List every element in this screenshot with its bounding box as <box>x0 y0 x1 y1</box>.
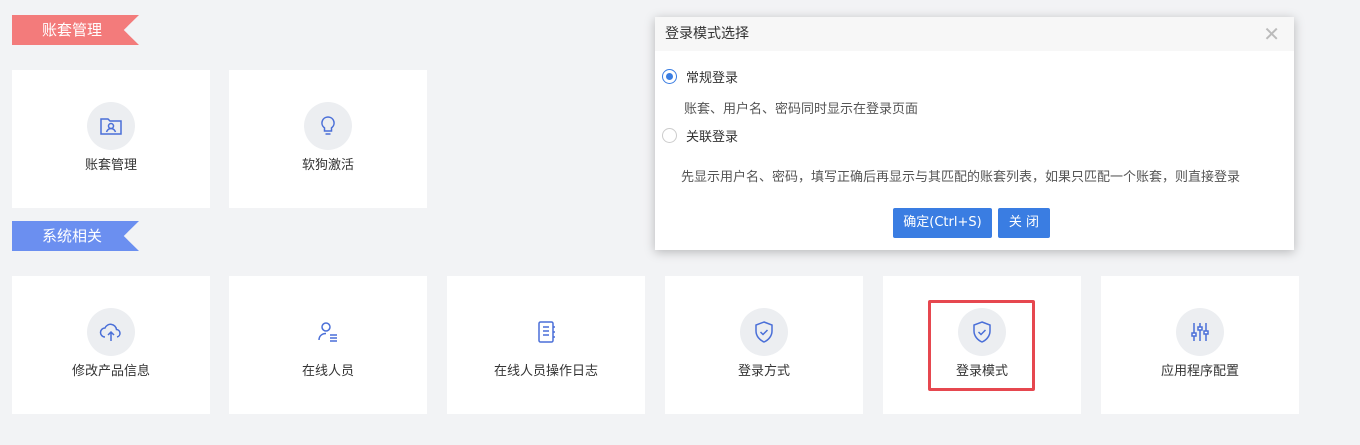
close-button[interactable]: 关 闭 <box>998 208 1050 238</box>
card-edit-product-info[interactable]: 修改产品信息 <box>12 276 210 414</box>
lightbulb-icon <box>304 102 352 150</box>
option-description: 账套、用户名、密码同时显示在登录页面 <box>684 102 919 117</box>
option-description: 先显示用户名、密码，填写正确后再显示与其匹配的账套列表，如果只匹配一个账套，则直… <box>681 170 1241 185</box>
card-label: 应用程序配置 <box>1160 364 1239 379</box>
card-label: 登录方式 <box>737 364 790 379</box>
card-label: 在线人员 <box>301 364 354 379</box>
card-label: 账套管理 <box>84 158 137 173</box>
radio-normal-login[interactable]: 常规登录 <box>662 67 738 86</box>
sliders-icon <box>1176 308 1224 356</box>
card-dongle-activation[interactable]: 软狗激活 <box>229 70 427 208</box>
card-app-config[interactable]: 应用程序配置 <box>1101 276 1299 414</box>
login-mode-dialog: 登录模式选择 ✕ 常规登录 账套、用户名、密码同时显示在登录页面 关联登录 先显… <box>655 17 1294 250</box>
radio-button[interactable] <box>662 69 677 84</box>
card-label: 修改产品信息 <box>71 364 150 379</box>
cloud-upload-icon <box>87 308 135 356</box>
radio-label: 关联登录 <box>686 130 739 145</box>
user-list-icon <box>304 308 352 356</box>
card-label: 软狗激活 <box>301 158 354 173</box>
shield-check-icon <box>740 308 788 356</box>
card-account-management[interactable]: 账套管理 <box>12 70 210 208</box>
card-online-users[interactable]: 在线人员 <box>229 276 427 414</box>
section-ribbon-system: 系统相关 <box>12 221 139 251</box>
radio-label: 常规登录 <box>686 71 739 86</box>
card-online-user-logs[interactable]: 在线人员操作日志 <box>447 276 645 414</box>
dialog-title: 登录模式选择 <box>665 26 749 42</box>
close-icon[interactable]: ✕ <box>1263 17 1280 51</box>
folder-user-icon <box>87 102 135 150</box>
card-login-method[interactable]: 登录方式 <box>665 276 863 414</box>
card-label: 在线人员操作日志 <box>493 364 598 379</box>
radio-linked-login[interactable]: 关联登录 <box>662 126 738 145</box>
dialog-header: 登录模式选择 ✕ <box>655 17 1294 51</box>
section-ribbon-account: 账套管理 <box>12 15 139 45</box>
notebook-icon <box>522 308 570 356</box>
confirm-button[interactable]: 确定(Ctrl+S) <box>893 208 992 238</box>
highlight-box <box>928 300 1035 391</box>
radio-button[interactable] <box>662 128 677 143</box>
